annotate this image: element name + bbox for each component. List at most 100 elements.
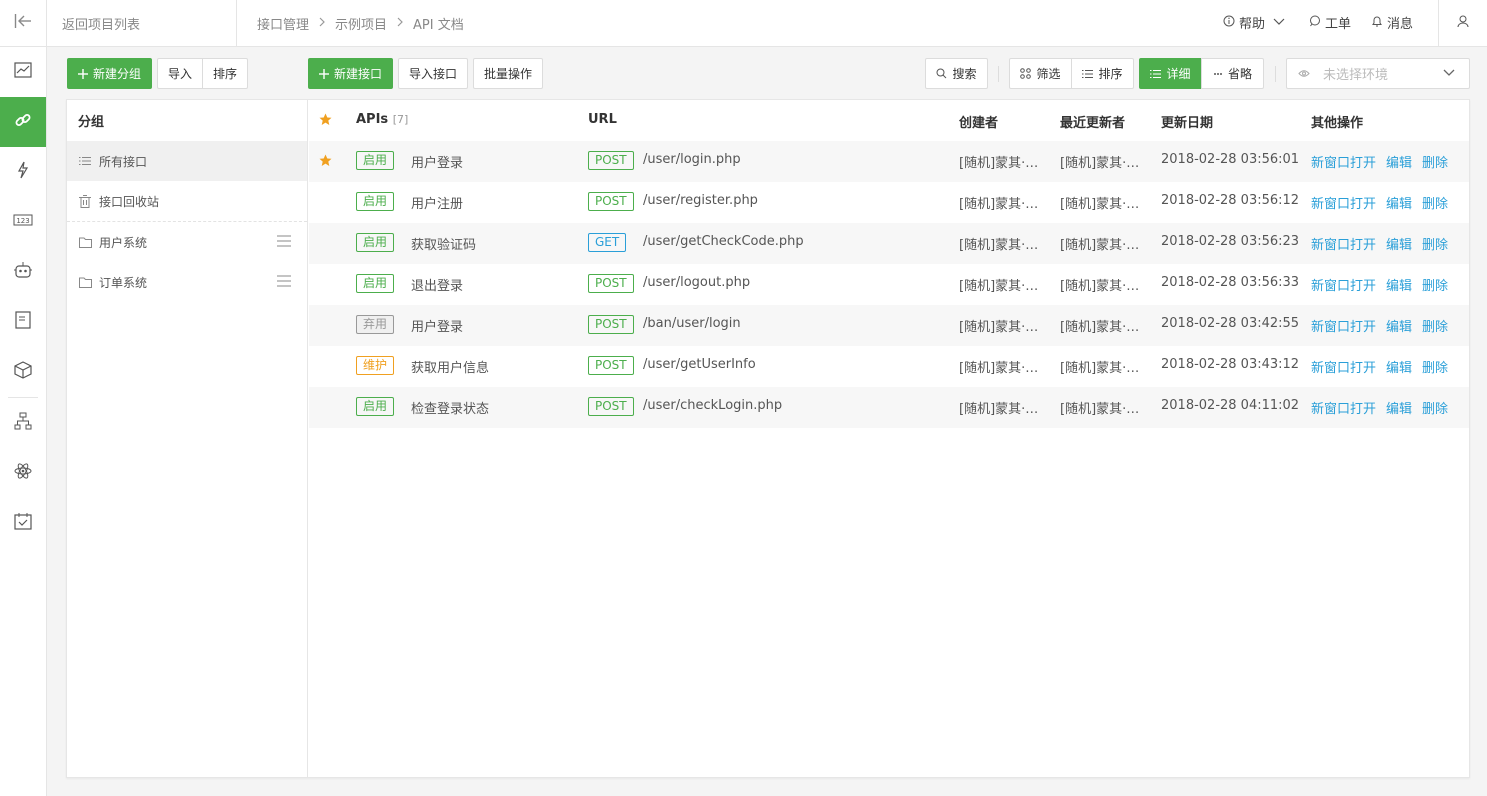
header-updater: 最近更新者 (1060, 116, 1126, 131)
api-table: APIs [7] URL 创建者 最近更新者 更新日期 其他操作 启用 用户登录 P… (309, 100, 1469, 428)
table-row[interactable]: 启用 获取验证码 GET/user/getCheckCode.php [随机]蒙其·D… (309, 223, 1469, 264)
delete-link[interactable]: 删除 (1422, 156, 1448, 171)
import-api-button[interactable]: 导入接口 (398, 58, 468, 89)
table-body: 启用用户登录POST/user/login.php[随机]蒙其·D·路飞[随机]… (309, 141, 1469, 428)
delete-link[interactable]: 删除 (1422, 361, 1448, 376)
group-all-apis[interactable]: 所有接口 (67, 141, 307, 181)
nav-item-schedule[interactable] (0, 498, 46, 548)
delete-link[interactable]: 删除 (1422, 197, 1448, 212)
nav-item-package[interactable] (0, 347, 46, 397)
open-new-window-link[interactable]: 新窗口打开 (1311, 361, 1376, 376)
open-new-window-link[interactable]: 新窗口打开 (1311, 402, 1376, 417)
api-name[interactable]: 用户登录 (411, 152, 463, 171)
header-url: URL (588, 112, 617, 127)
chart-line-icon (14, 62, 32, 82)
edit-link[interactable]: 编辑 (1386, 402, 1412, 417)
update-date: 2018-02-28 03:56:12 (1161, 193, 1300, 208)
group-recycle-bin[interactable]: 接口回收站 (67, 181, 307, 221)
nav-item-automation[interactable] (0, 247, 46, 297)
ticket-menu[interactable]: 工单 (1309, 13, 1351, 32)
group-label: 订单系统 (99, 275, 148, 290)
breadcrumb-item[interactable]: 示例项目 (335, 14, 387, 33)
messages-menu[interactable]: 消息 (1371, 13, 1413, 32)
open-new-window-link[interactable]: 新窗口打开 (1311, 197, 1376, 212)
api-name[interactable]: 检查登录状态 (411, 398, 489, 417)
toolbar-divider (1275, 66, 1276, 82)
sort-group-button[interactable]: 排序 (202, 58, 248, 89)
api-name[interactable]: 用户注册 (411, 193, 463, 212)
edit-link[interactable]: 编辑 (1386, 279, 1412, 294)
delete-link[interactable]: 删除 (1422, 238, 1448, 253)
status-badge: 启用 (356, 397, 395, 416)
table-row[interactable]: 启用退出登录 POST/user/logout.php [随机]蒙其·D·路飞 [随机… (309, 264, 1469, 305)
star-header-icon[interactable] (319, 113, 332, 130)
groups-sidebar: 分组 所有接口 接口回收站 用户系统 订单系统 (67, 100, 308, 777)
nav-item-model[interactable] (0, 448, 46, 498)
search-button[interactable]: 搜索 (925, 58, 988, 89)
delete-link[interactable]: 删除 (1422, 320, 1448, 335)
updater-name: [随机]蒙其·D·路飞 (1060, 320, 1142, 335)
group-order-system[interactable]: 订单系统 (67, 262, 307, 302)
breadcrumb-item[interactable]: 接口管理 (257, 14, 309, 33)
open-new-window-link[interactable]: 新窗口打开 (1311, 279, 1376, 294)
edit-link[interactable]: 编辑 (1386, 156, 1412, 171)
edit-link[interactable]: 编辑 (1386, 361, 1412, 376)
delete-link[interactable]: 删除 (1422, 402, 1448, 417)
batch-operation-button[interactable]: 批量操作 (473, 58, 543, 89)
creator-name: [随机]蒙其·D·路飞 (959, 279, 1041, 294)
open-new-window-link[interactable]: 新窗口打开 (1311, 320, 1376, 335)
edit-link[interactable]: 编辑 (1386, 320, 1412, 335)
api-url: /ban/user/login (643, 316, 741, 331)
list-icon (1150, 69, 1162, 79)
environment-select[interactable]: 未选择环境 (1286, 58, 1470, 89)
updater-name: [随机]蒙其·D·路飞 (1060, 402, 1142, 417)
edit-link[interactable]: 编辑 (1386, 238, 1412, 253)
delete-link[interactable]: 删除 (1422, 279, 1448, 294)
star-icon[interactable] (319, 154, 332, 171)
status-badge: 启用 (356, 233, 395, 252)
filter-grid-icon (1020, 68, 1032, 79)
nav-item-test[interactable] (0, 147, 46, 197)
update-date: 2018-02-28 03:42:55 (1161, 316, 1300, 331)
table-row[interactable]: 启用用户登录 POST/user/login.php [随机]蒙其·D·路飞 [随机]… (309, 141, 1469, 182)
new-group-button[interactable]: 新建分组 (67, 58, 152, 89)
creator-name: [随机]蒙其·D·路飞 (959, 402, 1041, 417)
api-name[interactable]: 获取用户信息 (411, 357, 489, 376)
hamburger-menu-icon[interactable] (277, 235, 291, 250)
folder-icon (79, 237, 93, 248)
table-row[interactable]: 维护获取用户信息 POST/user/getUserInfo [随机]蒙其·D·路飞… (309, 346, 1469, 387)
collapse-back-button[interactable] (0, 0, 47, 46)
creator-name: [随机]蒙其·D·路飞 (959, 238, 1041, 253)
link-chain-icon (14, 111, 32, 133)
group-user-system[interactable]: 用户系统 (67, 222, 307, 262)
nav-item-structure[interactable] (0, 398, 46, 448)
back-to-projects-link[interactable]: 返回项目列表 (62, 14, 140, 33)
table-row[interactable]: 启用 检查登录状态 POST/user/checkLogin.php [随机]蒙其·D… (309, 387, 1469, 428)
api-name[interactable]: 用户登录 (411, 316, 463, 335)
api-name[interactable]: 退出登录 (411, 275, 463, 294)
open-new-window-link[interactable]: 新窗口打开 (1311, 238, 1376, 253)
edit-link[interactable]: 编辑 (1386, 197, 1412, 212)
update-date: 2018-02-28 03:56:01 (1161, 152, 1300, 167)
table-row[interactable]: 启用用户注册 POST/user/register.php [随机]蒙其·D·路飞 [… (309, 182, 1469, 223)
nav-item-code[interactable]: 123 (0, 197, 46, 247)
hamburger-menu-icon[interactable] (277, 275, 291, 290)
api-name[interactable]: 获取验证码 (411, 234, 476, 253)
brief-view-button[interactable]: 省略 (1201, 58, 1264, 89)
import-group-button[interactable]: 导入 (157, 58, 203, 89)
help-menu[interactable]: 帮助 (1223, 13, 1289, 32)
updater-name: [随机]蒙其·D·路飞 (1060, 279, 1142, 294)
table-row[interactable]: 弃用用户登录 POST/ban/user/login [随机]蒙其·D·路飞 [随机]… (309, 305, 1469, 346)
detail-view-button[interactable]: 详细 (1139, 58, 1202, 89)
cube-icon (14, 361, 32, 383)
filter-button[interactable]: 筛选 (1009, 58, 1072, 89)
nav-item-overview[interactable] (0, 47, 46, 97)
new-api-button[interactable]: 新建接口 (308, 58, 393, 89)
open-new-window-link[interactable]: 新窗口打开 (1311, 156, 1376, 171)
user-menu[interactable] (1438, 0, 1487, 46)
ellipsis-icon (1213, 72, 1223, 76)
sort-button[interactable]: 排序 (1071, 58, 1134, 89)
nav-item-docs[interactable] (0, 297, 46, 347)
nav-item-api[interactable] (0, 97, 46, 147)
status-badge: 启用 (356, 192, 395, 211)
